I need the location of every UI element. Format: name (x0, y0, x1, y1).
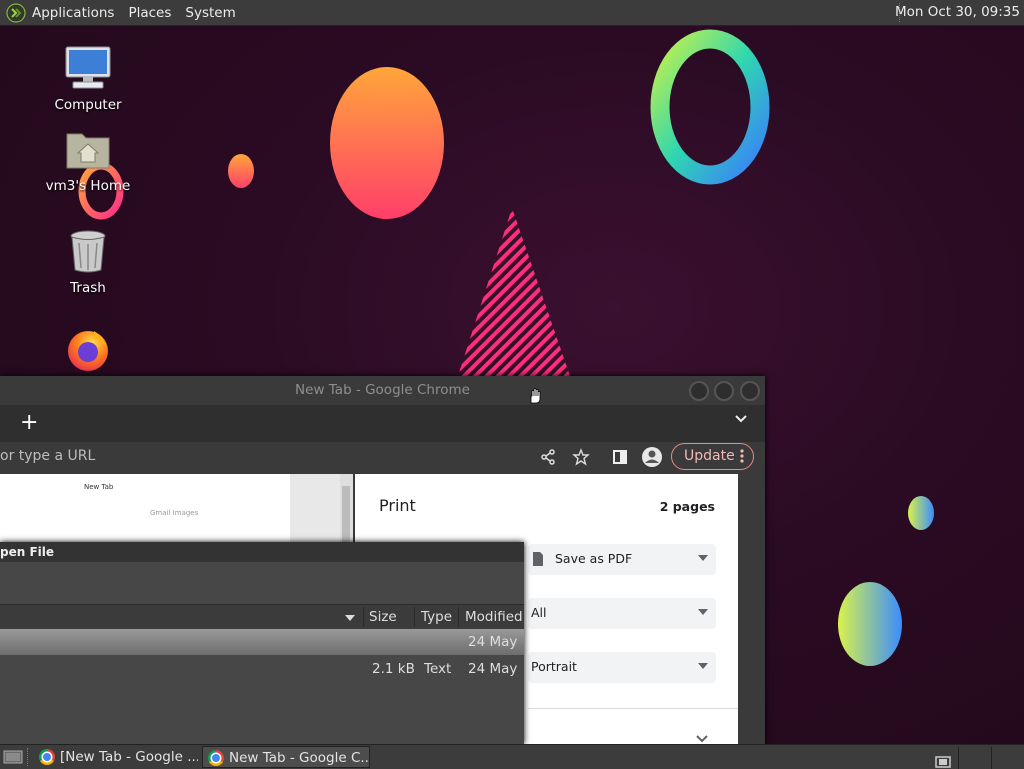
trash-icon (70, 230, 106, 273)
desktop-icon-label: Trash (70, 280, 106, 296)
file-row-selected[interactable]: 24 May (0, 629, 524, 655)
taskbar-item-chrome-dialog[interactable]: [New Tab - Google ... (34, 746, 198, 768)
column-separator (414, 607, 415, 627)
taskbar-item-label: [New Tab - Google ... (60, 749, 198, 765)
preview-page-links: Gmail Images (150, 509, 199, 517)
column-type[interactable]: Type (421, 609, 452, 625)
chevron-down-icon (698, 663, 708, 669)
file-icon (533, 552, 543, 566)
column-modified[interactable]: Modified (465, 609, 523, 625)
home-folder-icon (66, 133, 110, 169)
maximize-button[interactable] (714, 381, 734, 401)
chrome-titlebar[interactable]: New Tab - Google Chrome (0, 376, 765, 405)
tab-strip (0, 405, 765, 442)
taskbar-item-label: New Tab - Google C... (229, 750, 370, 766)
tab-search-chevron-icon[interactable] (734, 412, 748, 426)
workspace-divider (991, 747, 992, 769)
desktop-icon-firefox[interactable] (33, 325, 143, 377)
file-list-header: Size Type Modified (0, 604, 524, 631)
workspace-divider (958, 747, 959, 769)
chevron-down-icon (698, 609, 708, 615)
share-icon[interactable] (540, 449, 556, 465)
menu-system[interactable]: System (185, 5, 235, 21)
taskbar-separator (27, 748, 30, 766)
sort-arrow-icon[interactable] (344, 613, 356, 623)
bookmark-star-icon[interactable] (572, 448, 590, 466)
desktop-icon-trash[interactable]: Trash (33, 228, 143, 296)
desktop-icon-computer[interactable]: Computer (33, 45, 143, 113)
file-modified: 24 May (468, 661, 518, 677)
open-file-dialog: pen File Size Type Modified 24 May 2.1 k… (0, 542, 524, 744)
computer-icon (65, 46, 111, 89)
workspace-switcher-icon[interactable] (935, 753, 955, 769)
desktop-icon-home[interactable]: vm3's Home (33, 128, 143, 194)
preview-scrollbar-thumb[interactable] (342, 486, 350, 546)
taskbar-item-chrome[interactable]: New Tab - Google C... (202, 746, 370, 768)
minimize-button[interactable] (689, 381, 709, 401)
column-separator (363, 607, 364, 627)
dialog-title[interactable]: pen File (0, 542, 524, 562)
show-desktop-icon[interactable] (3, 749, 23, 765)
pages-select[interactable]: All (528, 598, 716, 629)
menu-applications[interactable]: Applications (32, 5, 114, 21)
update-button-label: Update (684, 448, 735, 464)
menu-places[interactable]: Places (128, 5, 171, 21)
taskbar: [New Tab - Google ... New Tab - Google C… (0, 744, 1024, 769)
omnibox-input[interactable]: or type a URL (0, 448, 95, 464)
destination-select[interactable]: Save as PDF (528, 544, 716, 575)
destination-value: Save as PDF (555, 551, 633, 566)
mate-logo-icon[interactable] (6, 2, 26, 23)
desktop-icon-label: vm3's Home (45, 178, 131, 194)
layout-select[interactable]: Portrait (528, 652, 716, 683)
print-title: Print (379, 496, 416, 515)
hand-cursor-icon (530, 388, 541, 404)
more-settings-chevron-icon[interactable] (695, 734, 709, 744)
panel-clock[interactable]: Mon Oct 30, 09:35 (895, 4, 1020, 20)
file-type: Text (424, 661, 452, 677)
divider (528, 708, 738, 709)
file-size: 2.1 kB (372, 661, 415, 677)
chevron-down-icon (698, 555, 708, 561)
close-button[interactable] (740, 381, 760, 401)
file-modified: 24 May (468, 634, 518, 650)
column-separator (458, 607, 459, 627)
column-size[interactable]: Size (369, 609, 397, 625)
more-menu-icon[interactable] (740, 448, 744, 464)
layout-value: Portrait (531, 659, 577, 674)
side-panel-icon[interactable] (612, 449, 628, 465)
chrome-icon (208, 750, 224, 766)
profile-avatar-icon[interactable] (641, 446, 663, 468)
pages-value: All (531, 605, 547, 620)
file-row[interactable]: 2.1 kB Text 24 May (0, 655, 524, 682)
preview-page-title: New Tab (84, 483, 114, 491)
firefox-icon (68, 331, 108, 371)
chrome-icon (39, 749, 55, 765)
print-page-count: 2 pages (659, 499, 715, 514)
top-panel: Applications Places System Mon Oct 30, 0… (0, 0, 1024, 26)
new-tab-button[interactable]: + (20, 410, 38, 435)
desktop-icon-label: Computer (54, 97, 122, 113)
